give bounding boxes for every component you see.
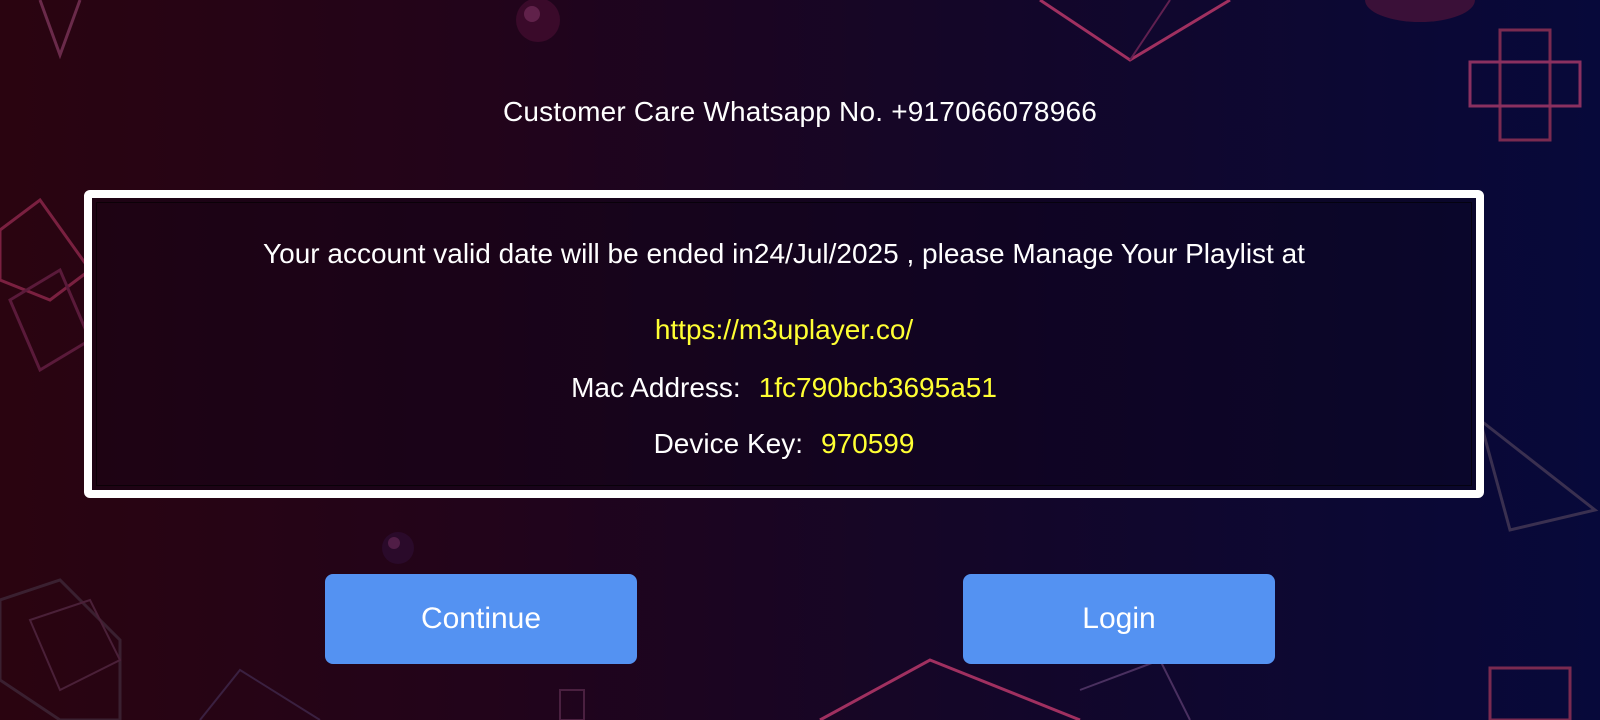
account-expiry-message: Your account valid date will be ended in…	[263, 238, 1305, 269]
device-key-row: Device Key: 970599	[92, 428, 1476, 460]
device-key-label: Device Key:	[653, 428, 803, 459]
mac-address-row: Mac Address: 1fc790bcb3695a51	[92, 372, 1476, 404]
login-button[interactable]: Login	[963, 574, 1275, 664]
mac-address-value: 1fc790bcb3695a51	[758, 372, 997, 403]
customer-care-text: Customer Care Whatsapp No. +917066078966	[502, 96, 1098, 127]
account-info-box: Your account valid date will be ended in…	[84, 190, 1484, 498]
playlist-url-link[interactable]: https://m3uplayer.co/	[92, 314, 1476, 346]
mac-address-label: Mac Address:	[571, 372, 741, 403]
device-key-value: 970599	[820, 428, 915, 459]
continue-button[interactable]: Continue	[325, 574, 637, 664]
